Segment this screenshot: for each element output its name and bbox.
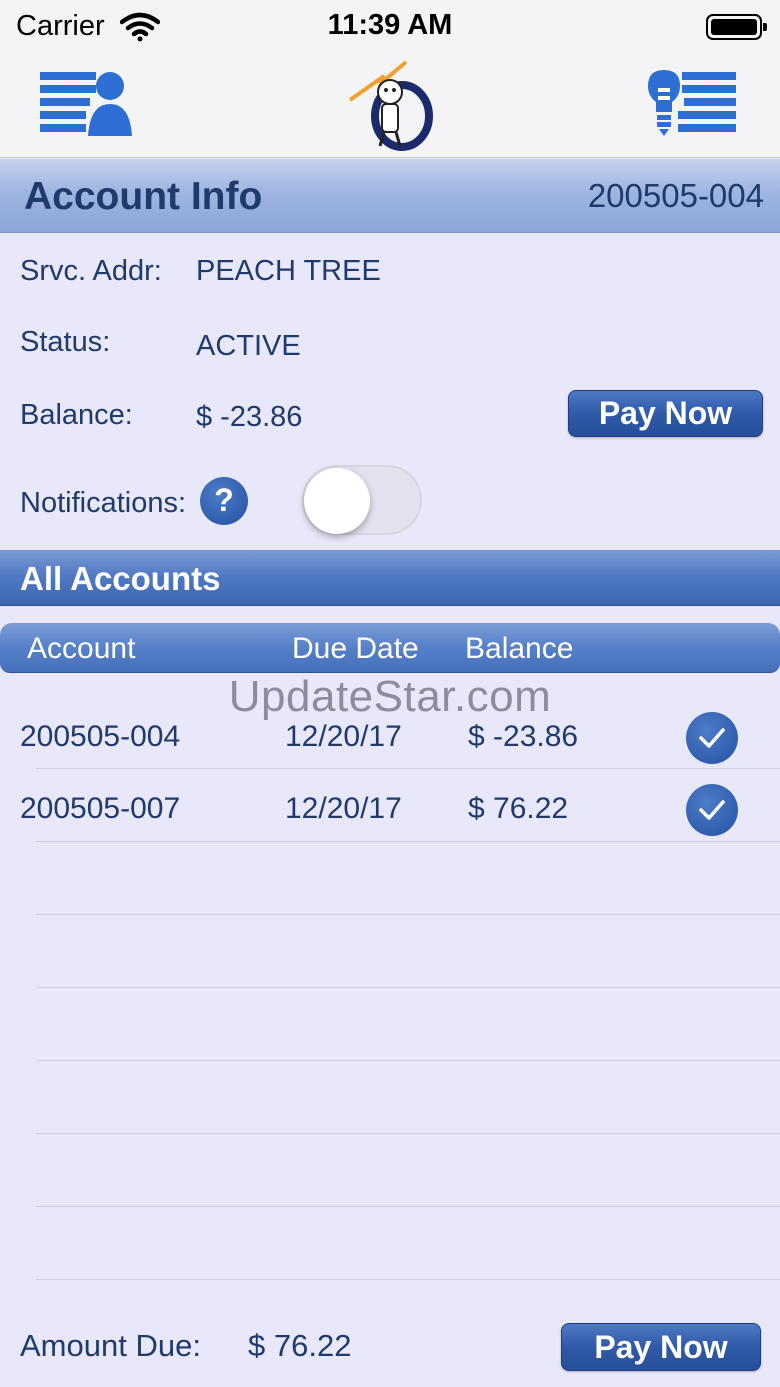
checkmark-circle-icon[interactable] xyxy=(686,712,738,764)
table-header: Account Due Date Balance xyxy=(0,623,780,673)
table-row[interactable]: 200505-007 12/20/17 $ 76.22 xyxy=(0,772,780,845)
checkmark-circle-icon[interactable] xyxy=(686,784,738,836)
row-balance: $ -23.86 xyxy=(468,720,579,753)
row-account: 200505-007 xyxy=(20,792,181,825)
pay-now-button[interactable]: Pay Now xyxy=(568,390,763,437)
account-list-person-icon[interactable] xyxy=(38,68,134,143)
account-number: 200505-004 xyxy=(587,177,764,214)
question-icon[interactable]: ? xyxy=(200,477,248,525)
toggle-knob xyxy=(304,468,370,534)
lightbulb-list-icon[interactable] xyxy=(644,68,740,143)
row-divider xyxy=(36,841,780,842)
utility-mascot-logo xyxy=(344,58,440,159)
row-divider xyxy=(36,1206,780,1207)
row-divider xyxy=(36,1279,780,1280)
row-divider xyxy=(36,768,780,769)
all-accounts-title: All Accounts xyxy=(20,560,221,597)
nav-bar xyxy=(0,56,780,158)
balance-value: $ -23.86 xyxy=(196,401,303,433)
row-divider xyxy=(36,914,780,915)
notifications-toggle[interactable] xyxy=(302,465,422,535)
battery-icon xyxy=(706,14,767,40)
table-row[interactable]: 200505-004 12/20/17 $ -23.86 xyxy=(0,700,780,773)
clock: 11:39 AM xyxy=(327,9,453,41)
service-address-value: PEACH TREE xyxy=(196,255,381,287)
notifications-label: Notifications: xyxy=(20,487,187,519)
service-address-label: Srvc. Addr: xyxy=(20,255,162,287)
status-bar: Carrier 11:39 AM xyxy=(0,0,780,56)
page-title: Account Info xyxy=(24,175,263,218)
row-balance: $ 76.22 xyxy=(468,792,569,825)
row-divider xyxy=(36,1133,780,1134)
row-divider xyxy=(36,1060,780,1061)
all-accounts-header: All Accounts xyxy=(0,550,780,606)
row-account: 200505-004 xyxy=(20,720,181,753)
row-due-date: 12/20/17 xyxy=(285,720,402,753)
pay-now-footer-button[interactable]: Pay Now xyxy=(561,1323,761,1371)
status-value: ACTIVE xyxy=(196,330,301,362)
row-divider xyxy=(36,987,780,988)
account-info-header: Account Info 200505-004 xyxy=(0,159,780,233)
column-header-balance: Balance xyxy=(465,632,574,665)
row-due-date: 12/20/17 xyxy=(285,792,402,825)
column-header-due-date: Due Date xyxy=(292,632,419,665)
amount-due-label: Amount Due: xyxy=(20,1328,201,1363)
column-header-account: Account xyxy=(27,632,136,665)
status-label: Status: xyxy=(20,326,111,358)
amount-due-value: $ 76.22 xyxy=(248,1328,352,1363)
balance-label: Balance: xyxy=(20,399,133,431)
